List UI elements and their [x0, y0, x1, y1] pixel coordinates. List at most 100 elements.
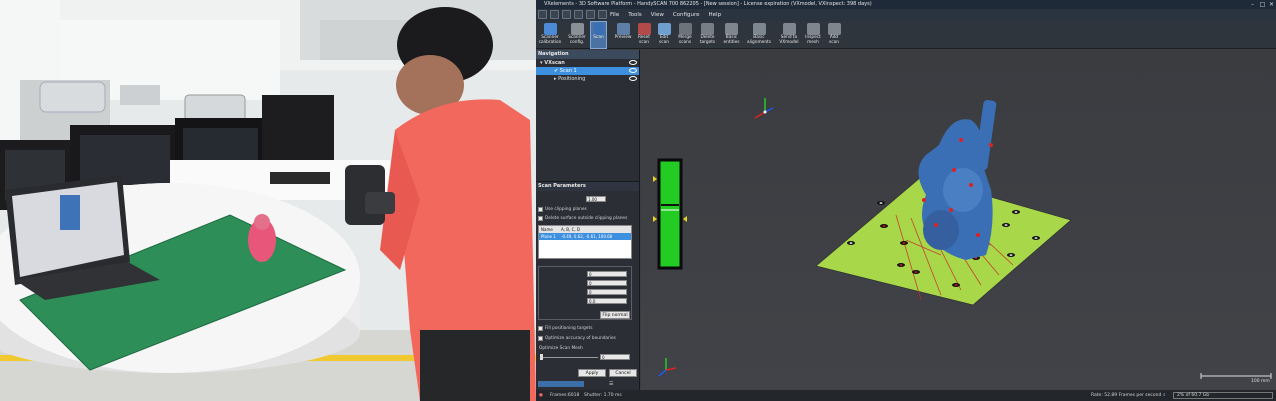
plane-field-d[interactable]: 0.0 — [587, 298, 627, 304]
tree-item-positioning[interactable]: ▸ Positioning — [536, 75, 639, 83]
visibility-eye-icon[interactable] — [629, 68, 637, 73]
table-row[interactable]: Plane 1 -0.49, 0.62, -0.61, 100.68 — [539, 233, 631, 240]
entities-icon — [725, 23, 738, 35]
menu-view[interactable]: View — [651, 9, 664, 21]
scale-label: 100 mm — [1251, 379, 1270, 384]
delete-surface-checkbox[interactable] — [538, 216, 543, 221]
zoom-icon[interactable]: ⌕ — [1163, 390, 1166, 401]
mesh-slider-track[interactable] — [540, 357, 598, 358]
inspect-icon — [806, 23, 820, 35]
scanned-figurine — [918, 100, 997, 261]
scan-parameters-header: Scan Parameters — [536, 182, 639, 191]
visibility-eye-icon[interactable] — [629, 60, 637, 65]
merge-scans-button[interactable]: Merge scans — [674, 22, 696, 48]
undo-icon[interactable] — [574, 10, 583, 19]
scan-icon — [593, 23, 604, 35]
add-scan-button[interactable]: Add scan — [824, 22, 844, 48]
quick-access-toolbar — [538, 10, 607, 20]
home-icon[interactable] — [538, 10, 547, 19]
export-icon[interactable] — [598, 10, 607, 19]
tree-root-vxscan[interactable]: ▾ VXscan — [536, 59, 639, 67]
shutter-value: Shutter: 1.70 ms — [584, 393, 622, 398]
reset-icon — [637, 23, 651, 35]
basic-entities-button[interactable]: Basic entities — [720, 22, 743, 48]
frame-rate: Rate: 52.89 Frames per second — [1091, 393, 1162, 398]
fill-targets-checkbox[interactable] — [538, 326, 543, 331]
list-icon[interactable]: ☰ — [609, 381, 617, 387]
lab-scene — [0, 0, 536, 401]
navigation-panel: Navigation ▾ VXscan ✔ Scan 1 ▸ Positioni… — [536, 50, 640, 181]
menu-bar: File Tools View Configure Help — [536, 9, 1276, 21]
scanner-config-icon — [570, 23, 584, 35]
mesh-slider-value[interactable]: 0 — [600, 354, 630, 360]
mesh-slider-handle[interactable] — [540, 354, 543, 360]
minimize-button[interactable]: – — [1248, 1, 1257, 8]
optimize-accuracy-label: Optimize accuracy of boundaries — [545, 336, 616, 341]
3d-viewport[interactable]: 100 mm — [641, 50, 1276, 390]
menu-list: File Tools View Configure Help — [610, 9, 721, 21]
preview-button[interactable]: Preview — [612, 22, 634, 48]
optimize-accuracy-checkbox[interactable] — [538, 336, 543, 341]
edit-icon — [657, 23, 671, 35]
delete-surface-label: Delete surface outside clipping planes — [545, 216, 628, 221]
inspect-mesh-button[interactable]: Inspect mesh — [802, 22, 824, 48]
delete-targets-button[interactable]: Delete targets — [696, 22, 719, 48]
scan-parameters-panel: Scan Parameters 1.00 Use clipping planes… — [536, 181, 640, 390]
memory-usage: 2% of 60.7 Gb — [1173, 392, 1273, 399]
frames-count: Frames:6018 — [550, 393, 580, 398]
flip-normal-button[interactable]: Flip normal — [600, 311, 630, 319]
send-to-vxmodel-button[interactable]: Send to VXmodel — [776, 22, 802, 48]
axis-gizmo-top — [754, 98, 774, 119]
scan-button[interactable]: Scan — [590, 21, 607, 49]
use-clipping-planes-checkbox[interactable] — [538, 207, 543, 212]
column-abcd: A, B, C, D — [561, 227, 580, 232]
edit-scan-button[interactable]: Edit scan — [654, 22, 674, 48]
alignments-icon — [752, 23, 766, 35]
plane-field-b[interactable]: 0 — [587, 280, 627, 286]
optimize-mesh-label: Optimize Scan Mesh — [539, 346, 583, 351]
window-title: VXelements - 3D Software Platform - Hand… — [544, 1, 872, 7]
scene-render — [653, 98, 1272, 379]
basic-alignments-button[interactable]: Basic alignments — [744, 22, 774, 48]
merge-icon — [678, 23, 692, 35]
menu-help[interactable]: Help — [709, 9, 722, 21]
trigger-indicator — [653, 158, 687, 270]
tree-item-scan-1[interactable]: ✔ Scan 1 — [536, 67, 639, 75]
add-scan-icon — [827, 23, 841, 35]
use-clipping-planes-label: Use clipping planes — [545, 207, 587, 212]
axis-gizmo-corner — [658, 358, 677, 377]
plane-field-a[interactable]: 0 — [587, 271, 627, 277]
column-name: Name — [541, 227, 553, 232]
new-icon[interactable] — [550, 10, 559, 19]
navigation-header: Navigation — [536, 50, 639, 59]
table-header: Name A, B, C, D — [539, 226, 631, 233]
status-bar: ● Frames:6018 Shutter: 1.70 ms Rate: 52.… — [536, 390, 1276, 401]
maximize-button[interactable]: □ — [1258, 1, 1267, 8]
menu-file[interactable]: File — [610, 9, 619, 21]
plane-field-c[interactable]: 0 — [587, 289, 627, 295]
delete-targets-icon — [701, 23, 714, 35]
resolution-field[interactable]: 1.00 — [586, 196, 606, 202]
status-warning-icon: ● — [539, 393, 543, 398]
screenshot-root: VXelements - 3D Software Platform - Hand… — [0, 0, 1276, 401]
open-icon[interactable] — [586, 10, 595, 19]
save-icon[interactable] — [562, 10, 571, 19]
clipping-planes-table: Name A, B, C, D Plane 1 -0.49, 0.62, -0.… — [538, 225, 632, 259]
visibility-eye-icon[interactable] — [629, 76, 637, 81]
panel-tab-scan[interactable] — [538, 381, 584, 387]
cancel-button[interactable]: Cancel — [609, 369, 637, 377]
plane-editor-group: 0 0 0 0.0 Flip normal — [538, 266, 632, 320]
apply-button[interactable]: Apply — [578, 369, 606, 377]
menu-configure[interactable]: Configure — [673, 9, 700, 21]
close-button[interactable]: ✕ — [1267, 1, 1276, 8]
preview-icon — [616, 23, 630, 35]
lab-photo — [0, 0, 536, 401]
reset-scan-button[interactable]: Reset scan — [634, 22, 654, 48]
scanner-calibration-button[interactable]: Scanner calibration — [537, 22, 563, 48]
menu-tools[interactable]: Tools — [628, 9, 642, 21]
scanner-config-button[interactable]: Scanner config. — [564, 22, 590, 48]
ribbon-toolbar: Scanner calibration Scanner config. Scan… — [536, 21, 1276, 49]
title-bar: VXelements - 3D Software Platform - Hand… — [536, 0, 1276, 9]
send-icon — [782, 23, 796, 35]
vxelements-window: VXelements - 3D Software Platform - Hand… — [536, 0, 1276, 401]
